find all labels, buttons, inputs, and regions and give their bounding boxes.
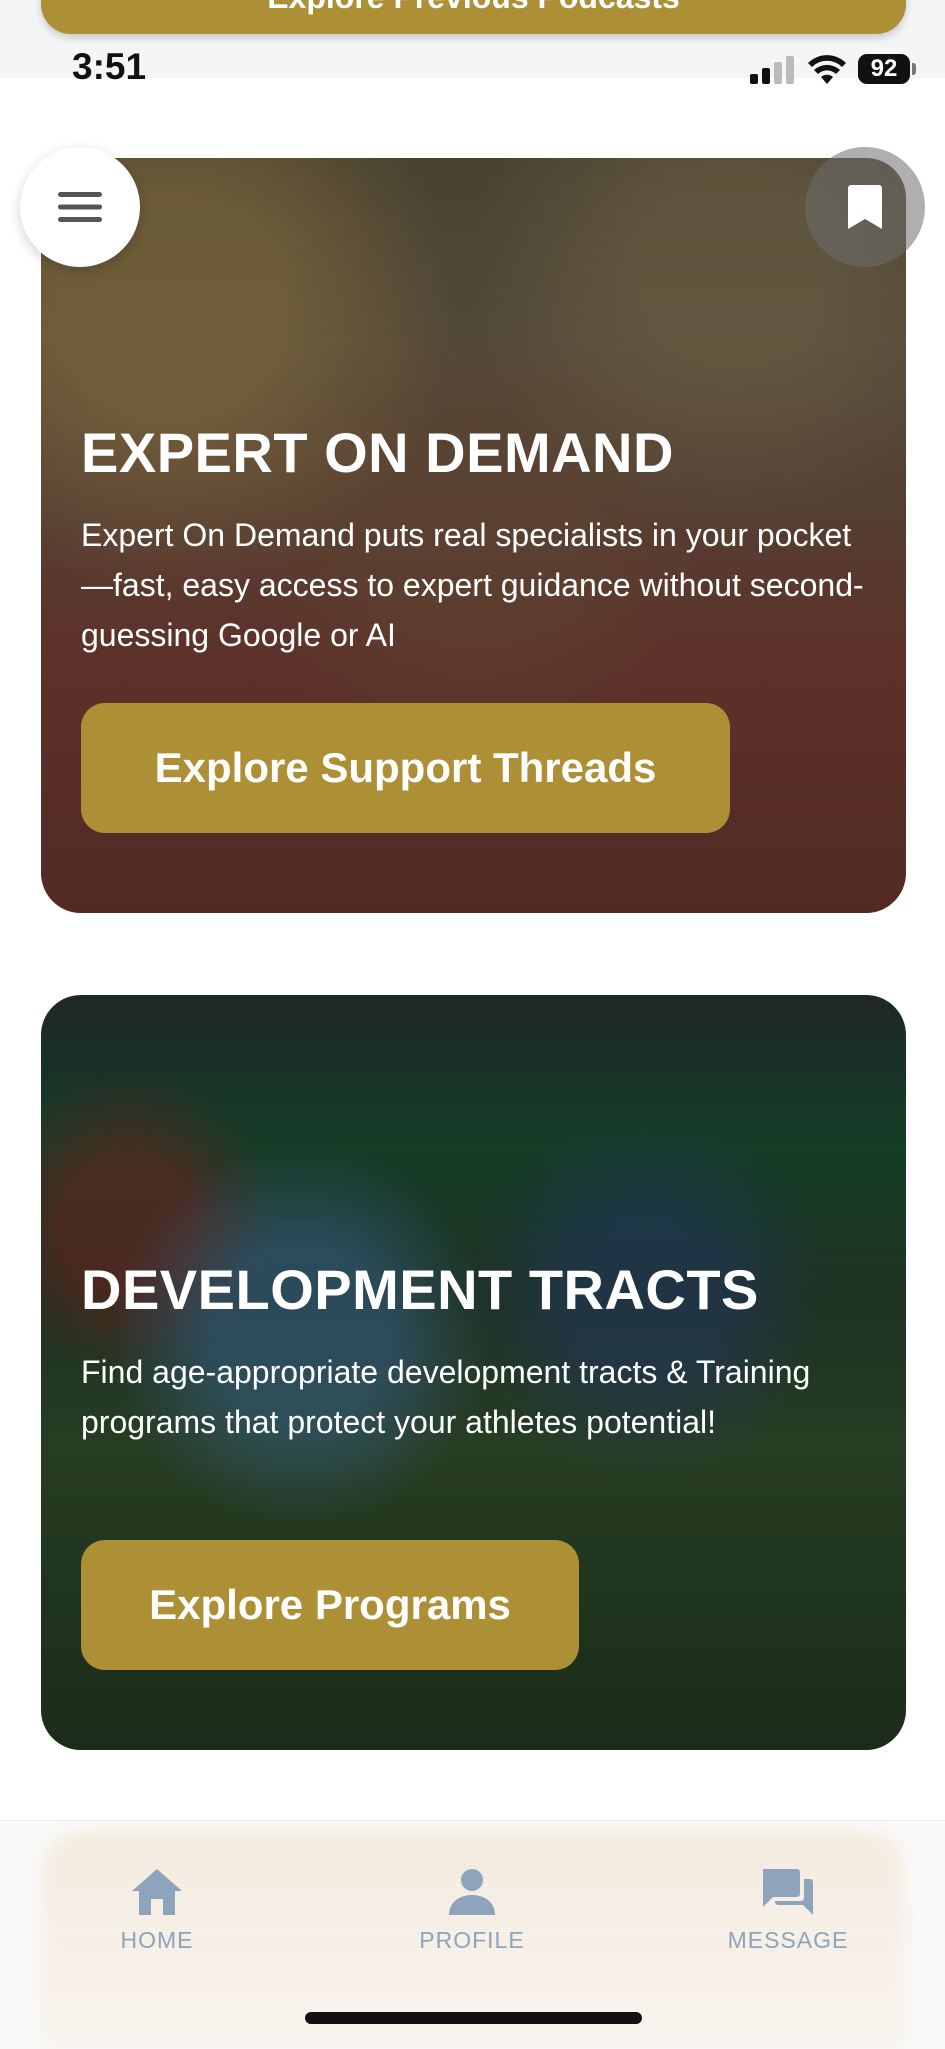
status-time: 3:51 <box>72 46 147 87</box>
tab-profile[interactable]: PROFILE <box>372 1841 572 1961</box>
wifi-icon <box>808 55 846 84</box>
explore-previous-podcasts-button[interactable]: Explore Previous Podcasts <box>41 0 906 34</box>
explore-support-threads-button[interactable]: Explore Support Threads <box>81 703 730 833</box>
explore-previous-podcasts-label: Explore Previous Podcasts <box>267 0 680 16</box>
bookmark-icon <box>848 185 882 229</box>
cellular-signal-icon <box>750 56 794 84</box>
hamburger-menu-icon <box>58 192 102 222</box>
menu-button[interactable] <box>20 147 140 267</box>
expert-on-demand-card: EXPERT ON DEMAND Expert On Demand puts r… <box>41 158 906 913</box>
battery-level: 92 <box>870 55 898 82</box>
tab-label: MESSAGE <box>727 1927 849 1953</box>
bookmark-button[interactable] <box>805 147 925 267</box>
profile-icon <box>449 1869 495 1915</box>
tab-home[interactable]: HOME <box>57 1841 257 1961</box>
development-tracts-card: DEVELOPMENT TRACTS Find age-appropriate … <box>41 995 906 1750</box>
card-title: EXPERT ON DEMAND <box>81 421 674 484</box>
card-description: Expert On Demand puts real specialists i… <box>81 517 864 653</box>
card-title: DEVELOPMENT TRACTS <box>81 1258 759 1321</box>
battery-cap <box>912 63 916 75</box>
card-description: Find age-appropriate development tracts … <box>81 1354 811 1440</box>
tab-label: PROFILE <box>419 1927 525 1953</box>
battery-icon: 92 <box>858 54 910 84</box>
home-icon <box>132 1869 182 1915</box>
status-bar: 3:51 92 <box>0 42 945 92</box>
message-icon <box>763 1869 813 1915</box>
tab-message[interactable]: MESSAGE <box>688 1841 888 1961</box>
tab-label: HOME <box>120 1927 194 1953</box>
explore-programs-button[interactable]: Explore Programs <box>81 1540 579 1670</box>
home-indicator <box>305 2012 642 2024</box>
